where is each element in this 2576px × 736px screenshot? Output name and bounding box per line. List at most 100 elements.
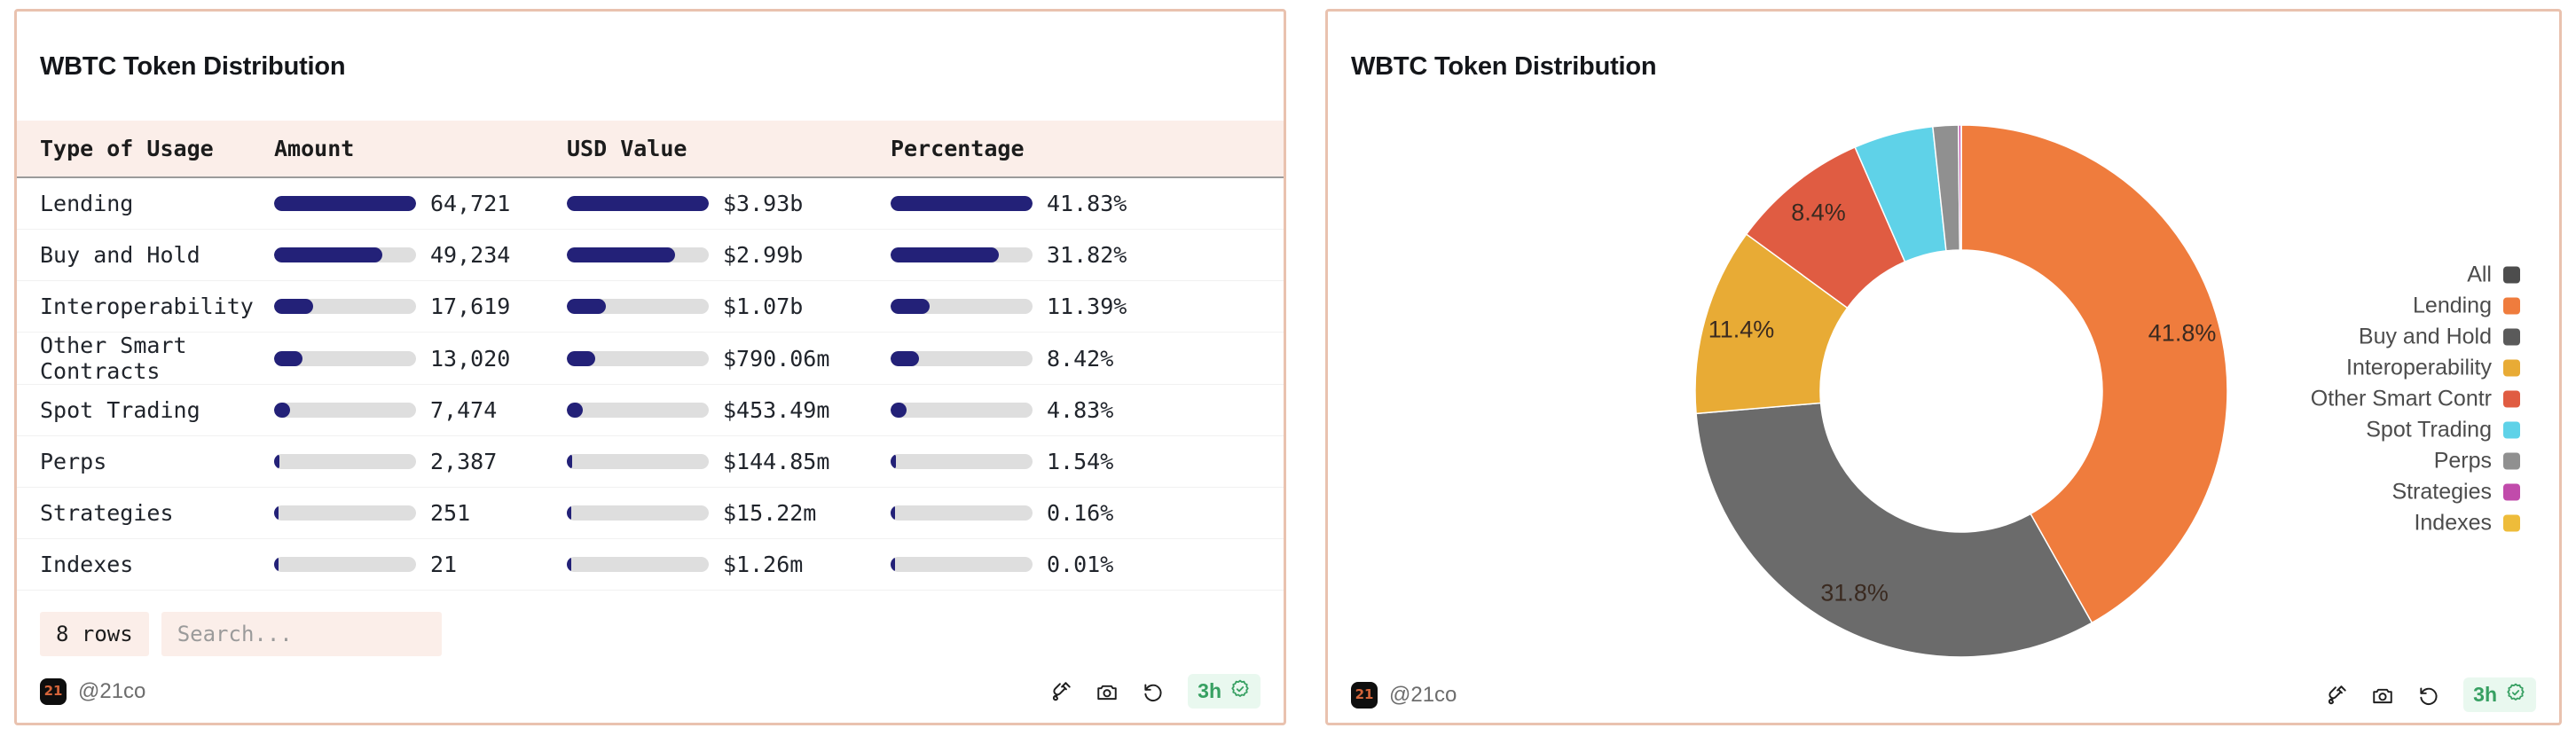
- usd-bar: [567, 299, 709, 314]
- percent-bar-fill: [891, 454, 896, 469]
- usd-bar-fill: [567, 403, 583, 418]
- column-header-amount[interactable]: Amount: [274, 121, 567, 177]
- usage-type-cell: Other Smart Contracts: [17, 333, 274, 385]
- amount-value: 17,619: [430, 294, 510, 319]
- table-header: Type of Usage Amount USD Value Percentag…: [17, 121, 1284, 177]
- freshness-badge[interactable]: 3h: [2463, 677, 2536, 712]
- usd-bar-fill: [567, 247, 675, 262]
- amount-bar: [274, 557, 416, 572]
- camera-icon[interactable]: [2371, 684, 2394, 707]
- donut-slice-buy-and-hold[interactable]: [1696, 403, 2092, 658]
- legend-label: Other Smart Contr: [2311, 387, 2492, 412]
- legend-item-spot-trading[interactable]: Spot Trading: [2366, 418, 2520, 443]
- legend-item-other-smart-contr[interactable]: Other Smart Contr: [2311, 387, 2520, 412]
- legend-item-indexes[interactable]: Indexes: [2414, 511, 2520, 536]
- legend-swatch: [2503, 422, 2520, 439]
- amount-value: 13,020: [430, 346, 510, 372]
- amount-cell: 2,387: [274, 436, 567, 488]
- donut-svg[interactable]: [1691, 121, 2232, 662]
- credit-attribution[interactable]: 21 @21co: [1351, 682, 1457, 709]
- legend-item-buy-and-hold[interactable]: Buy and Hold: [2359, 325, 2520, 350]
- amount-bar: [274, 247, 416, 262]
- legend-swatch: [2503, 484, 2520, 501]
- usd-value-value: $453.49m: [723, 397, 829, 423]
- amount-bar-fill: [274, 196, 416, 211]
- legend-label: Perps: [2434, 449, 2492, 474]
- amount-value: 2,387: [430, 449, 497, 474]
- search-input[interactable]: [161, 612, 442, 656]
- chart-panel: WBTC Token Distribution 41.8%31.8%11.4%8…: [1325, 9, 2562, 725]
- legend-item-strategies[interactable]: Strategies: [2391, 480, 2520, 505]
- credit-attribution[interactable]: 21 @21co: [40, 678, 145, 705]
- percentage-value: 8.42%: [1047, 346, 1113, 372]
- table-row[interactable]: Indexes21$1.26m0.01%: [17, 539, 1284, 591]
- usd-bar: [567, 505, 709, 521]
- table-controls: 8 rows: [17, 591, 1284, 656]
- percentage-cell: 41.83%: [891, 177, 1284, 230]
- amount-bar-fill: [274, 454, 279, 469]
- dashboard-root: WBTC Token Distribution Type of Usage Am…: [0, 0, 2576, 736]
- legend-label: Indexes: [2414, 511, 2492, 536]
- amount-cell: 21: [274, 539, 567, 591]
- legend-item-interoperability[interactable]: Interoperability: [2346, 356, 2520, 381]
- usd-value-cell: $453.49m: [567, 385, 891, 436]
- page-title: WBTC Token Distribution: [17, 33, 1284, 99]
- legend-swatch: [2503, 329, 2520, 346]
- usage-type-cell: Perps: [17, 436, 274, 488]
- table-row[interactable]: Other Smart Contracts13,020$790.06m8.42%: [17, 333, 1284, 385]
- freshness-label: 3h: [2473, 683, 2497, 707]
- percent-bar: [891, 454, 1033, 469]
- undo-icon[interactable]: [1142, 680, 1165, 703]
- percent-bar-fill: [891, 351, 919, 366]
- legend-label: Interoperability: [2346, 356, 2492, 381]
- amount-value: 251: [430, 500, 470, 526]
- amount-bar-fill: [274, 247, 382, 262]
- usd-bar-fill: [567, 505, 571, 521]
- amount-bar: [274, 299, 416, 314]
- usage-type-cell: Lending: [17, 177, 274, 230]
- usd-value-cell: $144.85m: [567, 436, 891, 488]
- table-header-row: Type of Usage Amount USD Value Percentag…: [17, 121, 1284, 177]
- column-header-percent[interactable]: Percentage: [891, 121, 1284, 177]
- column-header-type[interactable]: Type of Usage: [17, 121, 274, 177]
- percentage-value: 4.83%: [1047, 397, 1113, 423]
- 21co-logo-icon: 21: [1351, 682, 1378, 709]
- usd-value-value: $2.99b: [723, 242, 803, 268]
- percent-bar: [891, 505, 1033, 521]
- table-row[interactable]: Strategies251$15.22m0.16%: [17, 488, 1284, 539]
- percent-bar: [891, 403, 1033, 418]
- table-row[interactable]: Perps2,387$144.85m1.54%: [17, 436, 1284, 488]
- table-panel: WBTC Token Distribution Type of Usage Am…: [14, 9, 1286, 725]
- column-header-usd[interactable]: USD Value: [567, 121, 891, 177]
- plug-icon[interactable]: [2325, 684, 2348, 707]
- percentage-cell: 0.16%: [891, 488, 1284, 539]
- plug-icon[interactable]: [1049, 680, 1072, 703]
- percent-bar-fill: [891, 557, 895, 572]
- usd-value-cell: $15.22m: [567, 488, 891, 539]
- legend-item-perps[interactable]: Perps: [2434, 449, 2520, 474]
- usd-value-cell: $3.93b: [567, 177, 891, 230]
- percentage-cell: 31.82%: [891, 230, 1284, 281]
- table-row[interactable]: Buy and Hold49,234$2.99b31.82%: [17, 230, 1284, 281]
- legend-item-all[interactable]: All: [2467, 262, 2520, 288]
- usage-type-cell: Indexes: [17, 539, 274, 591]
- undo-icon[interactable]: [2417, 684, 2440, 707]
- amount-value: 49,234: [430, 242, 510, 268]
- table-row[interactable]: Lending 64,721 $3.93b41.83%: [17, 177, 1284, 230]
- legend-swatch: [2503, 453, 2520, 470]
- legend-swatch: [2503, 515, 2520, 532]
- usd-bar: [567, 247, 709, 262]
- percentage-cell: 11.39%: [891, 281, 1284, 333]
- legend-label: Buy and Hold: [2359, 325, 2492, 350]
- amount-cell: 13,020: [274, 333, 567, 385]
- freshness-badge[interactable]: 3h: [1188, 674, 1261, 709]
- legend-item-lending[interactable]: Lending: [2413, 294, 2520, 319]
- table-row[interactable]: Interoperability17,619$1.07b11.39%: [17, 281, 1284, 333]
- amount-value: 64,721: [430, 191, 510, 216]
- percentage-cell: 4.83%: [891, 385, 1284, 436]
- percentage-value: 0.16%: [1047, 500, 1113, 526]
- camera-icon[interactable]: [1096, 680, 1119, 703]
- percent-bar: [891, 196, 1033, 211]
- table-row[interactable]: Spot Trading7,474$453.49m4.83%: [17, 385, 1284, 436]
- footer-actions-left: 3h: [1049, 674, 1261, 709]
